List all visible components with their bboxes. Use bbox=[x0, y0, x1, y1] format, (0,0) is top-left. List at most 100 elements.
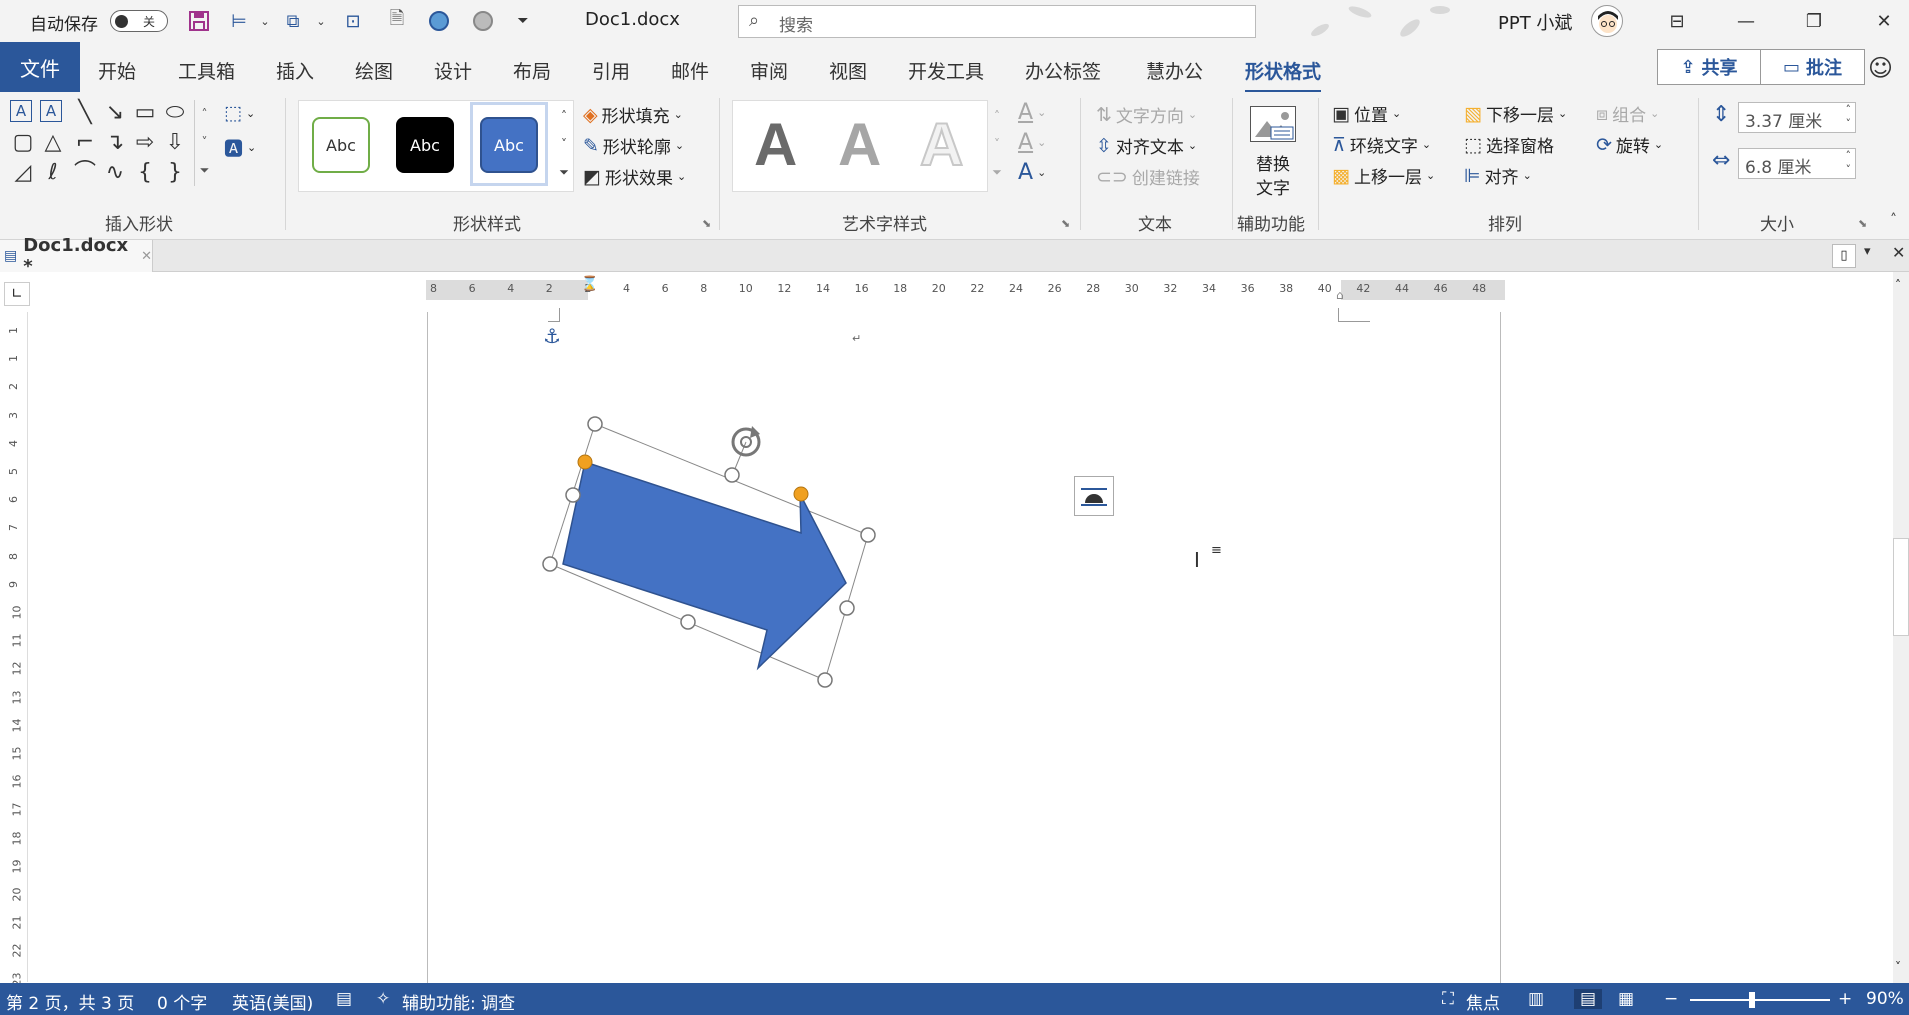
avatar[interactable] bbox=[1591, 5, 1623, 37]
document-page[interactable]: ⚓ ↵ I ≡ bbox=[427, 308, 1502, 983]
wordart-style-3[interactable]: A bbox=[919, 110, 964, 179]
bring-forward-button[interactable]: ▩ 上移一层 ⌄ bbox=[1332, 163, 1435, 189]
tab-hui-office[interactable]: 慧办公 bbox=[1146, 57, 1203, 84]
ribbon-display-icon[interactable]: ⊟ bbox=[1657, 6, 1697, 36]
close-tab-icon[interactable]: ✕ bbox=[141, 249, 152, 264]
line-icon[interactable]: ╲ bbox=[72, 100, 98, 126]
style-black-fill[interactable]: Abc bbox=[396, 117, 454, 173]
text-direction-button[interactable]: ⇅ 文字方向 ⌄ bbox=[1096, 102, 1197, 128]
down-arrow-icon[interactable]: ⇩ bbox=[162, 130, 188, 156]
scribble-icon[interactable]: ℓ bbox=[40, 160, 66, 186]
zoom-level[interactable]: 90% bbox=[1866, 989, 1904, 1009]
accessibility-icon[interactable]: ✧ bbox=[376, 989, 390, 1009]
style-blue-fill[interactable]: Abc bbox=[480, 117, 538, 173]
scroll-up-icon[interactable]: ˄ bbox=[1895, 278, 1901, 292]
selection-pane-button[interactable]: ⬚ 选择窗格 bbox=[1464, 132, 1554, 158]
rectangle-icon[interactable]: ▭ bbox=[132, 100, 158, 126]
zoom-in-button[interactable]: + bbox=[1838, 989, 1852, 1009]
accessibility-status[interactable]: 辅助功能: 调查 bbox=[402, 989, 515, 1014]
vertical-ruler[interactable]: 1 1 2 3 4 5 6 7 8 9 10 11 12 13 14 15 16 17 18 19 20 21 22 23 bbox=[6, 312, 28, 986]
chevron-down-icon[interactable]: ⌄ bbox=[252, 8, 278, 34]
print-layout-icon[interactable]: ▤ bbox=[1574, 989, 1603, 1009]
alt-text-label-2[interactable]: 文字 bbox=[1256, 174, 1290, 199]
horizontal-ruler[interactable]: 8 6 4 2 2 4 6 8 10 12 14 16 18 20 22 24 26 28 30 32 34 36 38 40… bbox=[426, 276, 1505, 302]
right-indent-marker[interactable]: ⌂ bbox=[1336, 288, 1344, 302]
position-button[interactable]: ▣ 位置 ⌄ bbox=[1332, 101, 1401, 127]
alt-text-label-1[interactable]: 替换 bbox=[1256, 150, 1290, 175]
language-indicator[interactable]: 英语(美国) bbox=[232, 989, 313, 1014]
right-arrow-icon[interactable]: ⇨ bbox=[132, 130, 158, 156]
close-all-icon[interactable]: ✕ bbox=[1892, 243, 1905, 262]
tab-design[interactable]: 设计 bbox=[434, 57, 472, 84]
tab-draw[interactable]: 绘图 bbox=[355, 57, 393, 84]
alt-text-icon[interactable] bbox=[1250, 106, 1296, 142]
textbox-icon[interactable]: A bbox=[10, 100, 32, 122]
tab-toolbox[interactable]: 工具箱 bbox=[178, 57, 235, 84]
align-left-icon[interactable]: ⊨ bbox=[226, 8, 252, 34]
focus-icon[interactable]: ⛶ bbox=[1442, 989, 1454, 1009]
tab-layout[interactable]: 布局 bbox=[513, 57, 551, 84]
restore-button[interactable]: ❐ bbox=[1794, 6, 1834, 36]
word-count[interactable]: 0 个字 bbox=[157, 989, 207, 1014]
elbow-connector-icon[interactable]: ⌐ bbox=[72, 130, 98, 156]
curve-icon[interactable]: ∿ bbox=[102, 160, 128, 186]
dialog-launcher-icon[interactable]: ⬊ bbox=[702, 217, 711, 230]
rotate-button[interactable]: ⟳ 旋转 ⌄ bbox=[1596, 132, 1663, 158]
zoom-slider[interactable] bbox=[1690, 992, 1830, 1008]
align-button[interactable]: ⊫ 对齐 ⌄ bbox=[1464, 163, 1532, 189]
tab-office-tabs[interactable]: 办公标签 bbox=[1025, 57, 1101, 84]
tab-stop-selector[interactable]: ∟ bbox=[4, 282, 30, 306]
create-link-button[interactable]: ⊂⊃ 创建链接 bbox=[1096, 164, 1200, 190]
tab-review[interactable]: 审阅 bbox=[750, 57, 788, 84]
style-outline-green[interactable]: Abc bbox=[312, 117, 370, 173]
tab-shape-format[interactable]: 形状格式 bbox=[1245, 57, 1322, 93]
circle-blue-icon[interactable] bbox=[426, 8, 452, 34]
left-brace-icon[interactable]: { bbox=[132, 160, 158, 186]
vertical-scrollbar[interactable]: ˄ ˅ bbox=[1893, 272, 1909, 983]
zoom-out-button[interactable]: − bbox=[1664, 989, 1678, 1009]
wordart-style-1[interactable]: A bbox=[754, 110, 797, 179]
rounded-rect-icon[interactable]: ▢ bbox=[10, 130, 36, 156]
text-fill-button[interactable]: A ⌄ bbox=[1018, 100, 1046, 125]
shapes-scroll[interactable]: ˄ ˅ ⏷ bbox=[194, 100, 214, 186]
triangle-icon[interactable]: △ bbox=[40, 130, 66, 156]
width-input[interactable]: 6.8 厘米 ˄ ˅ bbox=[1738, 148, 1856, 179]
tab-view[interactable]: 视图 bbox=[829, 57, 867, 84]
share-button[interactable]: ⇪ 共享 bbox=[1657, 49, 1761, 85]
chevron-down-icon[interactable]: ⌄ bbox=[308, 8, 334, 34]
shape-effects-button[interactable]: ◩ 形状效果 ⌄ bbox=[583, 164, 686, 190]
tab-file[interactable]: 文件 bbox=[0, 42, 80, 92]
oval-icon[interactable]: ⬭ bbox=[162, 100, 188, 126]
layout-options-icon[interactable] bbox=[1074, 476, 1114, 516]
slideshow-icon[interactable]: ⊡ bbox=[340, 8, 366, 34]
comments-button[interactable]: ▭ 批注 bbox=[1760, 49, 1865, 85]
shape-fill-button[interactable]: ◈ 形状填充 ⌄ bbox=[583, 102, 683, 128]
shape-outline-button[interactable]: ✎ 形状轮廓 ⌄ bbox=[583, 133, 684, 159]
zoom-slider-thumb[interactable] bbox=[1749, 992, 1756, 1008]
circle-gray-icon[interactable] bbox=[470, 8, 496, 34]
styles-scroll[interactable]: ˄ ˅ ⏷ bbox=[555, 102, 573, 186]
smiley-icon[interactable]: ☺ bbox=[1868, 54, 1893, 82]
group-button[interactable]: ⧈ 组合 ⌄ bbox=[1596, 101, 1659, 127]
selected-arrow-shape[interactable] bbox=[428, 312, 1502, 983]
scroll-thumb[interactable] bbox=[1893, 538, 1909, 636]
first-line-indent-marker[interactable]: ⌛ bbox=[581, 276, 598, 292]
read-mode-icon[interactable]: ▥ bbox=[1528, 989, 1544, 1009]
dialog-launcher-icon[interactable]: ⬊ bbox=[1858, 217, 1867, 230]
wordart-scroll[interactable]: ˄ ˅ ⏷ bbox=[988, 102, 1006, 186]
collapse-ribbon-icon[interactable]: ˄ bbox=[1890, 212, 1897, 228]
text-outline-button[interactable]: A ⌄ bbox=[1018, 130, 1046, 155]
save-icon[interactable] bbox=[186, 8, 212, 34]
focus-label[interactable]: 焦点 bbox=[1466, 989, 1500, 1014]
shapes-gallery[interactable]: A A ╲ ↘ ▭ ⬭ ▢ △ ⌐ ↴ ⇨ ⇩ ◿ ℓ ⌒ ∿ { } ˄ ˅ ⏷ bbox=[10, 100, 218, 204]
shapes-icon[interactable]: ⧉ bbox=[280, 8, 306, 34]
document-tab[interactable]: ▤ Doc1.docx * ✕ bbox=[0, 235, 153, 277]
send-backward-button[interactable]: ▧ 下移一层 ⌄ bbox=[1464, 101, 1567, 127]
vertical-textbox-icon[interactable]: A bbox=[40, 100, 62, 122]
macro-icon[interactable]: ▤ bbox=[336, 989, 352, 1009]
arc-icon[interactable]: ⌒ bbox=[72, 160, 98, 186]
tab-developer[interactable]: 开发工具 bbox=[908, 57, 984, 84]
arrow-line-icon[interactable]: ↘ bbox=[102, 100, 128, 126]
new-tab-icon[interactable]: ▯ bbox=[1832, 244, 1856, 268]
page-count[interactable]: 第 2 页，共 3 页 bbox=[6, 989, 134, 1014]
